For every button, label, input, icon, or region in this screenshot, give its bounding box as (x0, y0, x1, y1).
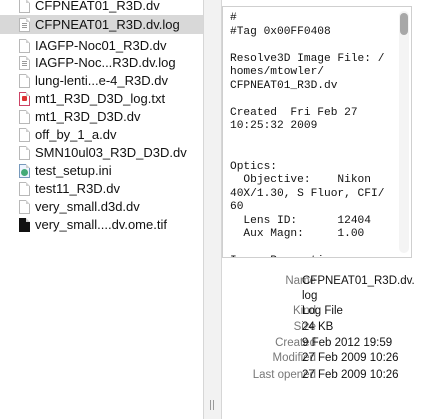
preview-scroll-thumb[interactable] (400, 13, 408, 35)
preview-pane: # #Tag 0x00FF0408 Resolve3D Image File: /… (222, 0, 422, 419)
info-value: 27 Feb 2009 10:26 (302, 369, 399, 381)
info-row-modified: Modified 27 Feb 2009 10:26 (222, 350, 422, 366)
text-file-icon (19, 55, 30, 70)
info-value: log (302, 290, 318, 302)
preview-line (230, 242, 398, 256)
preview-line: Aux Magn: 1.00 (230, 228, 365, 240)
info-row-last-opened: Last opened 27 Feb 2009 10:26 (222, 367, 422, 383)
info-value: CFPNEAT01_R3D.dv. (302, 275, 415, 287)
preview-line (230, 147, 398, 161)
preview-line: Created Fri Feb 27 (230, 106, 358, 119)
file-name: mt1_R3D_D3D_log.txt (35, 91, 166, 106)
file-row-iagfp-noc-log[interactable]: IAGFP-Noc...R3D.dv.log (0, 53, 203, 72)
doc-icon (19, 109, 30, 124)
file-row-smn10ul03[interactable]: SMN10ul03_R3D_D3D.dv (0, 143, 203, 162)
preview-line: Optics: (230, 160, 277, 173)
ini-file-icon (19, 163, 30, 178)
preview-line: 10:25:32 2009 (230, 120, 318, 132)
info-row-name: Name CFPNEAT01_R3D.dv. (222, 273, 422, 289)
preview-line: 40X/1.30, S Fluor, CFI/ (230, 187, 385, 200)
info-row-name-cont: log (222, 288, 422, 304)
preview-line: # (230, 12, 237, 24)
file-row-mt1-dv[interactable]: mt1_R3D_D3D.dv (0, 107, 203, 126)
file-row-test-setup-ini[interactable]: test_setup.ini (0, 161, 203, 180)
preview-line: Resolve3D Image File: / (230, 52, 385, 65)
file-name: test_setup.ini (35, 163, 112, 178)
doc-icon (19, 0, 30, 13)
info-value: 9 Feb 2012 19:59 (302, 337, 393, 349)
preview-line: Lens ID: 12404 (230, 214, 371, 227)
file-name: lung-lenti...e-4_R3D.dv (35, 73, 168, 88)
file-name: test11_R3D.dv (35, 181, 121, 196)
file-preview: # #Tag 0x00FF0408 Resolve3D Image File: /… (222, 6, 412, 258)
info-row-created: Created 9 Feb 2012 19:59 (222, 335, 422, 351)
file-name: very_small....dv.ome.tif (35, 217, 167, 232)
preview-line: CFPNEAT01_R3D.dv (230, 79, 338, 92)
file-row-test11[interactable]: test11_R3D.dv (0, 179, 203, 198)
preview-line: homes/mtowler/ (230, 66, 324, 78)
preview-text: # #Tag 0x00FF0408 Resolve3D Image File: /… (230, 12, 398, 257)
preview-line: Image Properties: (230, 255, 398, 257)
column-divider[interactable] (203, 0, 222, 419)
preview-line: Objective: Nikon (230, 174, 371, 186)
preview-scrollbar[interactable] (399, 11, 409, 253)
doc-icon (19, 127, 30, 142)
preview-line (230, 39, 398, 53)
file-name: CFPNEAT01_R3D.dv.log (35, 17, 180, 32)
file-name: IAGFP-Noc...R3D.dv.log (35, 55, 176, 70)
file-row-off-by-1[interactable]: off_by_1_a.dv (0, 125, 203, 144)
file-row-mt1-log-txt[interactable]: mt1_R3D_D3D_log.txt (0, 89, 203, 108)
file-row-very-small-d3d[interactable]: very_small.d3d.dv (0, 197, 203, 216)
file-name: SMN10ul03_R3D_D3D.dv (35, 145, 187, 160)
doc-icon (19, 38, 30, 53)
tif-image-icon (19, 217, 30, 232)
info-value: Log File (302, 305, 343, 317)
file-row-lung-lenti[interactable]: lung-lenti...e-4_R3D.dv (0, 71, 203, 90)
info-value: 27 Feb 2009 10:26 (302, 352, 399, 364)
file-list: CFPNEAT01_R3D.dv CFPNEAT01_R3D.dv.log IA… (0, 0, 203, 419)
doc-icon (19, 145, 30, 160)
file-name: IAGFP-Noc01_R3D.dv (35, 38, 167, 53)
info-row-size: Size 24 KB (222, 319, 422, 335)
file-name: off_by_1_a.dv (35, 127, 117, 142)
file-name: very_small.d3d.dv (35, 199, 140, 214)
doc-icon (19, 73, 30, 88)
preview-line: 60 (230, 201, 244, 213)
doc-icon (19, 199, 30, 214)
file-row-cfpneat01-dv[interactable]: CFPNEAT01_R3D.dv (0, 0, 203, 15)
file-row-cfpneat01-log[interactable]: CFPNEAT01_R3D.dv.log (0, 15, 203, 34)
file-name: CFPNEAT01_R3D.dv (35, 0, 160, 13)
column-resize-handle[interactable] (205, 400, 219, 410)
preview-line: #Tag 0x00FF0408 (230, 25, 331, 38)
pdf-text-icon (19, 91, 30, 106)
info-row-kind: Kind Log File (222, 303, 422, 319)
text-file-icon (19, 17, 30, 32)
preview-line (230, 93, 398, 107)
file-row-very-small-tif[interactable]: very_small....dv.ome.tif (0, 215, 203, 234)
info-value: 24 KB (302, 321, 334, 333)
preview-line (230, 134, 398, 148)
file-name: mt1_R3D_D3D.dv (35, 109, 141, 124)
doc-icon (19, 181, 30, 196)
